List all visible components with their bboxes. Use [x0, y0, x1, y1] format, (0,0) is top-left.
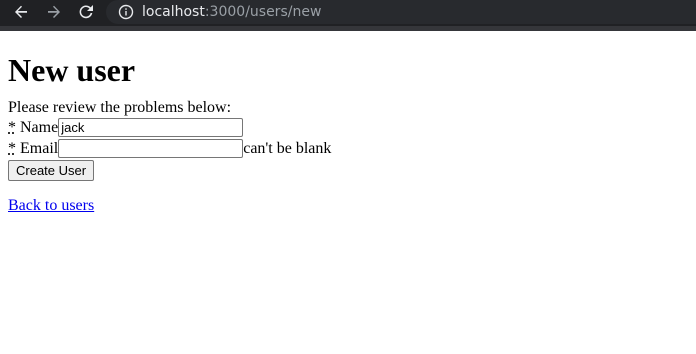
form-actions: Create User — [8, 159, 688, 181]
required-marker: * — [8, 139, 16, 157]
browser-toolbar: localhost:3000/users/new — [0, 0, 696, 31]
info-icon[interactable] — [118, 4, 134, 20]
page-title: New user — [8, 52, 136, 88]
name-input[interactable] — [58, 118, 244, 137]
email-error-message: can't be blank — [243, 139, 332, 157]
create-user-button[interactable]: Create User — [8, 159, 95, 181]
new-user-form: Please review the problems below: * Name… — [8, 99, 688, 181]
name-field-row: * Name — [8, 117, 688, 138]
email-field-row: * Email can't be blank — [8, 138, 688, 159]
error-summary: Please review the problems below: — [8, 99, 232, 116]
url-host: localhost — [142, 4, 205, 20]
email-input[interactable] — [58, 139, 244, 158]
url-text: localhost:3000/users/new — [142, 2, 321, 22]
page-content: New user Please review the problems belo… — [0, 52, 696, 215]
reload-icon[interactable] — [74, 0, 98, 24]
name-label: Name — [20, 118, 59, 136]
address-bar[interactable]: localhost:3000/users/new — [106, 0, 696, 24]
email-label: Email — [20, 139, 59, 157]
back-to-users-link[interactable]: Back to users — [8, 197, 94, 215]
required-marker: * — [8, 118, 16, 136]
url-path: :3000/users/new — [204, 4, 322, 20]
back-arrow-icon[interactable] — [9, 0, 33, 24]
forward-arrow-icon[interactable] — [42, 0, 66, 24]
